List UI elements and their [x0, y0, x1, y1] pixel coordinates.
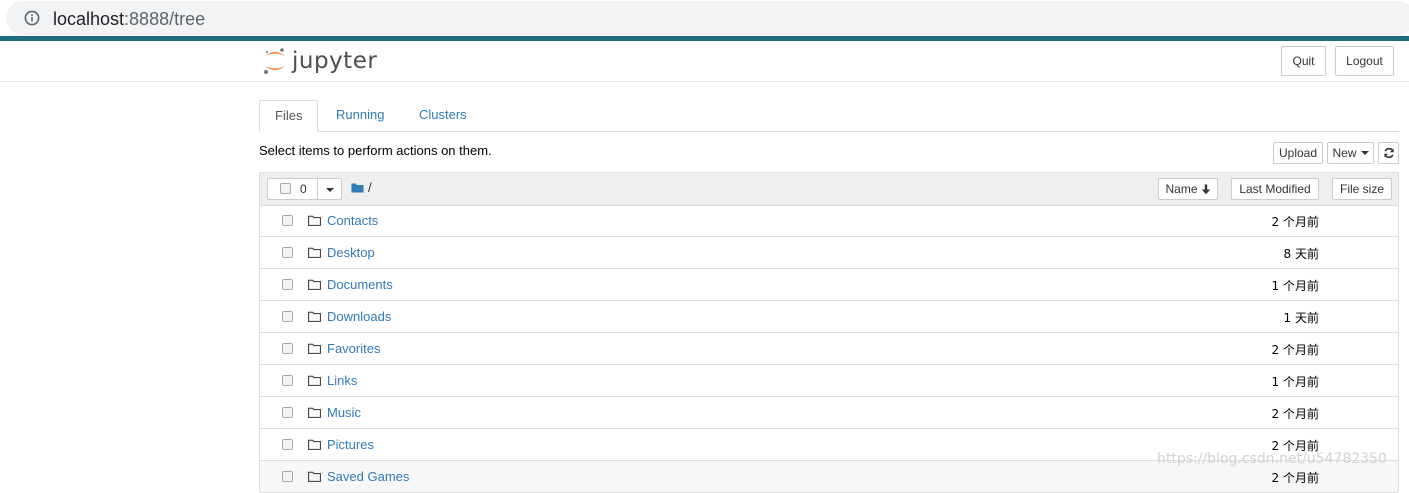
last-modified-value: 2 个月前: [1271, 343, 1319, 357]
folder-icon: [308, 246, 321, 261]
sort-last-modified-button[interactable]: Last Modified: [1231, 178, 1319, 200]
table-row[interactable]: Desktop 8 天前: [260, 237, 1398, 269]
table-row[interactable]: Downloads 1 天前: [260, 301, 1398, 333]
file-list: 0 / Name Last Modified File size Contact…: [259, 172, 1399, 493]
last-modified-value: 2 个月前: [1271, 407, 1319, 421]
breadcrumb-root[interactable]: /: [368, 180, 372, 195]
last-modified-value: 8 天前: [1283, 247, 1319, 261]
select-menu-caret-icon[interactable]: [326, 188, 334, 192]
caret-down-icon: [1360, 151, 1369, 155]
file-name-link[interactable]: Favorites: [327, 341, 380, 356]
tab-files[interactable]: Files: [259, 100, 319, 132]
table-row[interactable]: Music 2 个月前: [260, 397, 1398, 429]
row-checkbox[interactable]: [282, 439, 293, 450]
file-name-link[interactable]: Pictures: [327, 437, 374, 452]
selection-hint: Select items to perform actions on them.: [259, 143, 492, 158]
row-checkbox[interactable]: [282, 247, 293, 258]
file-name-link[interactable]: Saved Games: [327, 469, 409, 484]
tab-clusters[interactable]: Clusters: [404, 100, 482, 130]
watermark-text: https://blog.csdn.net/u54782350: [1157, 451, 1387, 467]
file-name-link[interactable]: Links: [327, 373, 357, 388]
url-host: localhost: [53, 9, 125, 29]
folder-icon: [308, 374, 321, 389]
new-label: New: [1332, 146, 1357, 160]
file-name-link[interactable]: Desktop: [327, 245, 375, 260]
select-all-checkbox[interactable]: [280, 183, 291, 194]
refresh-icon: [1383, 147, 1394, 159]
file-name-link[interactable]: Contacts: [327, 213, 378, 228]
row-checkbox[interactable]: [282, 375, 293, 386]
jupyter-header: jupyter Quit Logout: [0, 41, 1409, 82]
table-row[interactable]: Documents 1 个月前: [260, 269, 1398, 301]
url-path: :8888/tree: [124, 9, 206, 29]
quit-button[interactable]: Quit: [1281, 46, 1326, 76]
tab-bar: Files Running Clusters: [259, 100, 1399, 132]
last-modified-value: 1 个月前: [1271, 279, 1319, 293]
divider: [317, 179, 318, 199]
file-name-link[interactable]: Documents: [327, 277, 393, 292]
logout-button[interactable]: Logout: [1335, 46, 1394, 76]
table-row[interactable]: Contacts 2 个月前: [260, 205, 1398, 237]
file-name-link[interactable]: Downloads: [327, 309, 391, 324]
select-all-group[interactable]: 0: [267, 178, 342, 200]
row-checkbox[interactable]: [282, 407, 293, 418]
logo-text: jupyter: [292, 48, 378, 74]
file-name-link[interactable]: Music: [327, 405, 361, 420]
folder-icon: [351, 183, 364, 193]
info-icon[interactable]: [24, 10, 40, 29]
sort-name-label: Name: [1165, 182, 1198, 196]
file-list-header: 0 / Name Last Modified File size: [260, 173, 1398, 206]
address-bar[interactable]: localhost:8888/tree: [6, 1, 1409, 35]
table-row[interactable]: Favorites 2 个月前: [260, 333, 1398, 365]
refresh-button[interactable]: [1378, 142, 1399, 164]
arrow-down-icon: [1201, 184, 1210, 194]
upload-button[interactable]: Upload: [1273, 142, 1323, 164]
row-checkbox[interactable]: [282, 343, 293, 354]
new-dropdown-button[interactable]: New: [1327, 142, 1374, 164]
folder-icon: [308, 310, 321, 325]
sort-name-button[interactable]: Name: [1158, 178, 1218, 200]
folder-icon: [308, 438, 321, 453]
folder-icon: [308, 278, 321, 293]
row-checkbox[interactable]: [282, 311, 293, 322]
last-modified-value: 1 天前: [1283, 311, 1319, 325]
folder-icon: [308, 214, 321, 229]
last-modified-value: 1 个月前: [1271, 375, 1319, 389]
last-modified-value: 2 个月前: [1271, 215, 1319, 229]
tab-running[interactable]: Running: [321, 100, 399, 130]
breadcrumb[interactable]: /: [351, 180, 372, 195]
row-checkbox[interactable]: [282, 215, 293, 226]
folder-icon: [308, 406, 321, 421]
sort-file-size-button[interactable]: File size: [1332, 178, 1392, 200]
row-checkbox[interactable]: [282, 279, 293, 290]
jupyter-logo[interactable]: jupyter: [262, 45, 377, 77]
selected-count: 0: [300, 182, 307, 196]
table-row[interactable]: Links 1 个月前: [260, 365, 1398, 397]
folder-icon: [308, 342, 321, 357]
url-text[interactable]: localhost:8888/tree: [53, 7, 205, 31]
row-checkbox[interactable]: [282, 471, 293, 482]
jupyter-logo-icon: [264, 48, 285, 74]
browser-toolbar: localhost:8888/tree: [0, 0, 1409, 36]
